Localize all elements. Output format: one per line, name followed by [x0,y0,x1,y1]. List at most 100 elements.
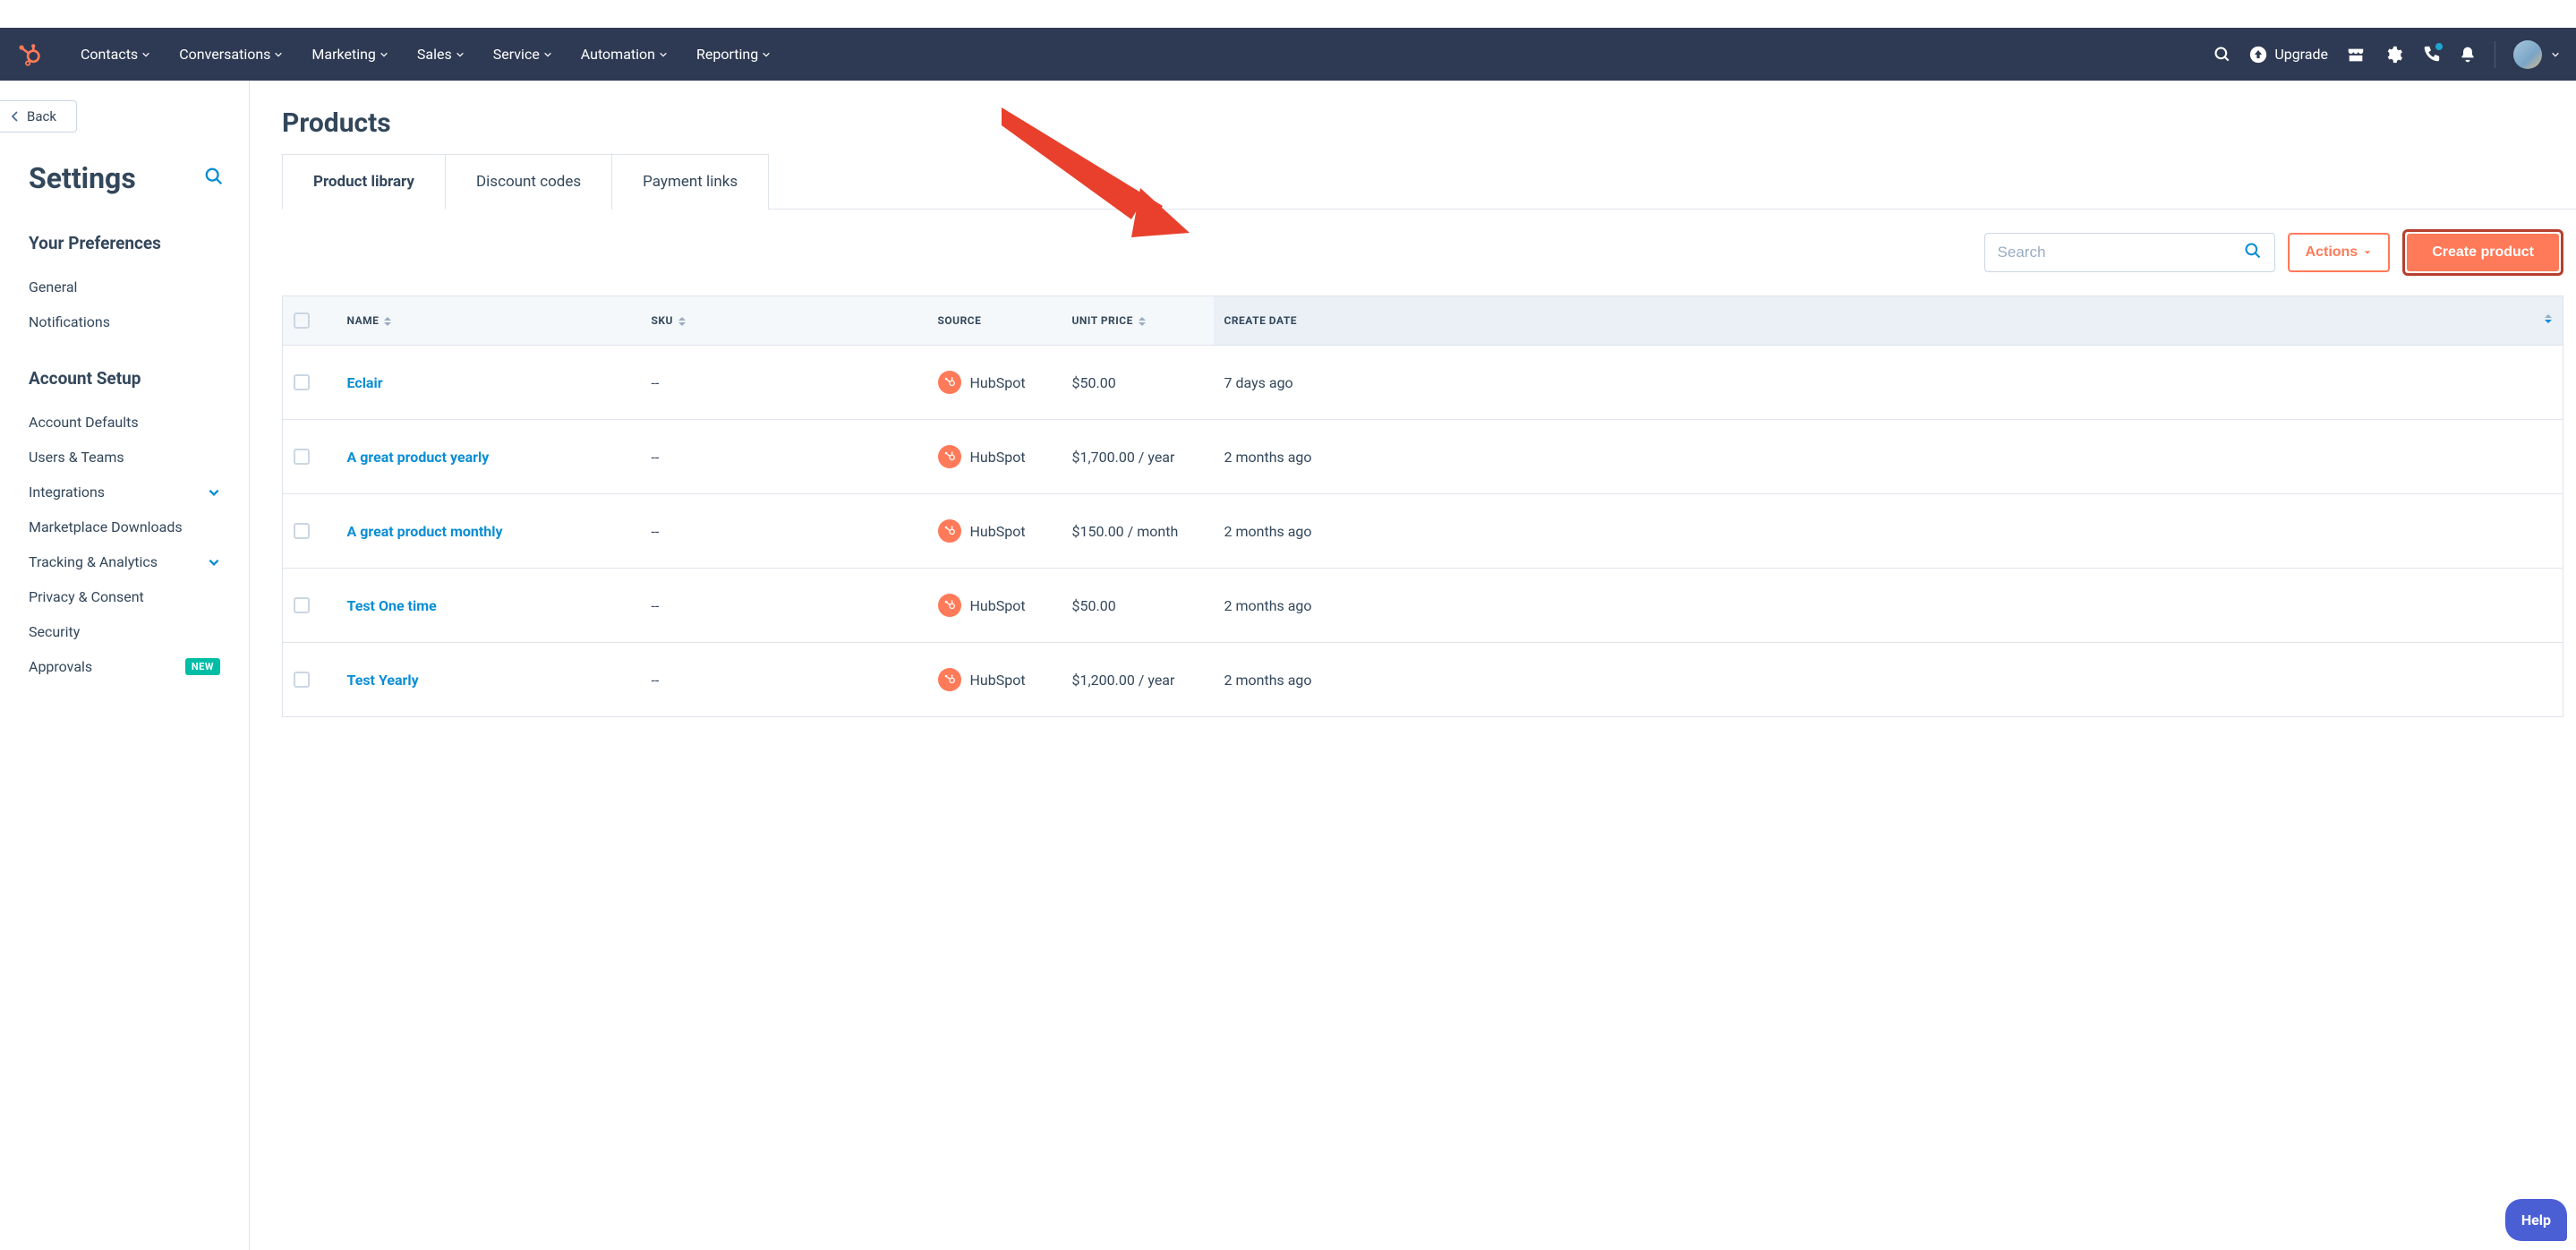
col-name[interactable]: NAME [337,296,641,346]
bell-icon[interactable] [2459,46,2477,64]
chevron-down-icon [762,50,771,59]
search-icon [2244,242,2262,263]
col-create-date[interactable]: CREATE DATE [1214,296,2563,346]
cell-source: HubSpot [938,594,1051,617]
actions-label: Actions [2306,244,2358,261]
row-checkbox[interactable] [294,449,310,465]
product-name-link[interactable]: Eclair [347,374,383,391]
hubspot-source-icon [938,668,961,691]
chevron-down-icon [543,50,552,59]
col-sku[interactable]: SKU [641,296,927,346]
cell-sku: -- [641,494,927,569]
nav-item-reporting[interactable]: Reporting [682,28,785,81]
top-navbar: ContactsConversationsMarketingSalesServi… [0,28,2576,81]
nav-item-marketing[interactable]: Marketing [297,28,402,81]
row-checkbox[interactable] [294,672,310,688]
products-table: NAME SKU SOURCE UNIT PRICE CREATE DATE E… [282,295,2563,717]
side-section-account-setup: Account Setup [0,368,249,389]
caret-down-icon [2363,248,2372,257]
search-input[interactable] [1998,244,2244,261]
nav-item-conversations[interactable]: Conversations [165,28,297,81]
table-row: A great product yearly--HubSpot$1,700.00… [283,420,2563,494]
chevron-down-icon [659,50,668,59]
create-product-button[interactable]: Create product [2407,234,2559,271]
row-checkbox[interactable] [294,523,310,539]
select-all-checkbox[interactable] [294,312,310,329]
chevron-left-icon [11,111,20,122]
sidebar-item-marketplace-downloads[interactable]: Marketplace Downloads [0,509,249,544]
cell-source: HubSpot [938,519,1051,543]
chevron-down-icon [141,50,150,59]
nav-item-service[interactable]: Service [479,28,567,81]
hubspot-source-icon [938,594,961,617]
col-unit-price[interactable]: UNIT PRICE [1062,296,1214,346]
cell-create-date: 2 months ago [1214,569,2563,643]
nav-item-sales[interactable]: Sales [403,28,479,81]
upgrade-label: Upgrade [2274,46,2328,63]
phone-icon[interactable] [2421,45,2441,64]
row-checkbox[interactable] [294,374,310,390]
sidebar-item-general[interactable]: General [0,270,249,304]
sidebar-item-security[interactable]: Security [0,614,249,649]
chevron-down-icon [208,556,220,569]
help-button[interactable]: Help [2505,1199,2567,1241]
row-checkbox[interactable] [294,597,310,613]
sidebar-item-users-teams[interactable]: Users & Teams [0,440,249,475]
cell-sku: -- [641,420,927,494]
cell-create-date: 7 days ago [1214,346,2563,420]
marketplace-icon[interactable] [2346,45,2366,64]
chevron-down-icon [380,50,388,59]
actions-button[interactable]: Actions [2288,233,2391,272]
sidebar-item-privacy-consent[interactable]: Privacy & Consent [0,579,249,614]
search-box[interactable] [1984,233,2275,272]
nav-item-contacts[interactable]: Contacts [66,28,165,81]
tab-product-library[interactable]: Product library [282,154,446,210]
col-source[interactable]: SOURCE [927,296,1062,346]
product-name-link[interactable]: Test One time [347,597,437,614]
browser-top-space [0,0,2576,28]
settings-gear-icon[interactable] [2384,45,2403,64]
product-name-link[interactable]: A great product yearly [347,449,490,466]
back-button[interactable]: Back [0,100,77,133]
cell-unit-price: $50.00 [1062,346,1214,420]
sidebar-item-integrations[interactable]: Integrations [0,475,249,509]
avatar [2513,40,2542,69]
sidebar-item-account-defaults[interactable]: Account Defaults [0,405,249,440]
nav-item-automation[interactable]: Automation [567,28,682,81]
chevron-down-icon [208,486,220,499]
product-name-link[interactable]: Test Yearly [347,672,419,689]
hubspot-source-icon [938,445,961,468]
cell-sku: -- [641,346,927,420]
tab-payment-links[interactable]: Payment links [612,154,769,210]
table-row: A great product monthly--HubSpot$150.00 … [283,494,2563,569]
chevron-down-icon [2551,50,2560,59]
sidebar-item-tracking-analytics[interactable]: Tracking & Analytics [0,544,249,579]
page-title: Products [282,107,2576,139]
cell-create-date: 2 months ago [1214,494,2563,569]
chevron-down-icon [456,50,465,59]
sidebar-item-notifications[interactable]: Notifications [0,304,249,339]
hubspot-source-icon [938,519,961,543]
chevron-down-icon [274,50,283,59]
cell-sku: -- [641,569,927,643]
cell-create-date: 2 months ago [1214,643,2563,717]
upgrade-button[interactable]: Upgrade [2249,46,2328,64]
cell-source: HubSpot [938,445,1051,468]
back-label: Back [27,108,56,124]
tabs: Product libraryDiscount codesPayment lin… [282,153,2576,210]
tab-discount-codes[interactable]: Discount codes [446,154,612,210]
create-product-highlight: Create product [2402,229,2563,276]
account-menu[interactable] [2513,40,2560,69]
hubspot-logo-icon[interactable] [16,42,41,67]
phone-badge-dot [2435,43,2443,50]
sidebar-item-approvals[interactable]: ApprovalsNEW [0,649,249,684]
table-row: Test Yearly--HubSpot$1,200.00 / year2 mo… [283,643,2563,717]
product-name-link[interactable]: A great product monthly [347,523,503,540]
cell-source: HubSpot [938,668,1051,691]
search-icon[interactable] [2213,46,2231,64]
table-row: Test One time--HubSpot$50.002 months ago [283,569,2563,643]
new-badge: NEW [185,658,220,675]
settings-sidebar: Back Settings Your Preferences GeneralNo… [0,81,250,1250]
settings-search-icon[interactable] [204,167,224,190]
main-content: Products Product libraryDiscount codesPa… [250,81,2576,1250]
